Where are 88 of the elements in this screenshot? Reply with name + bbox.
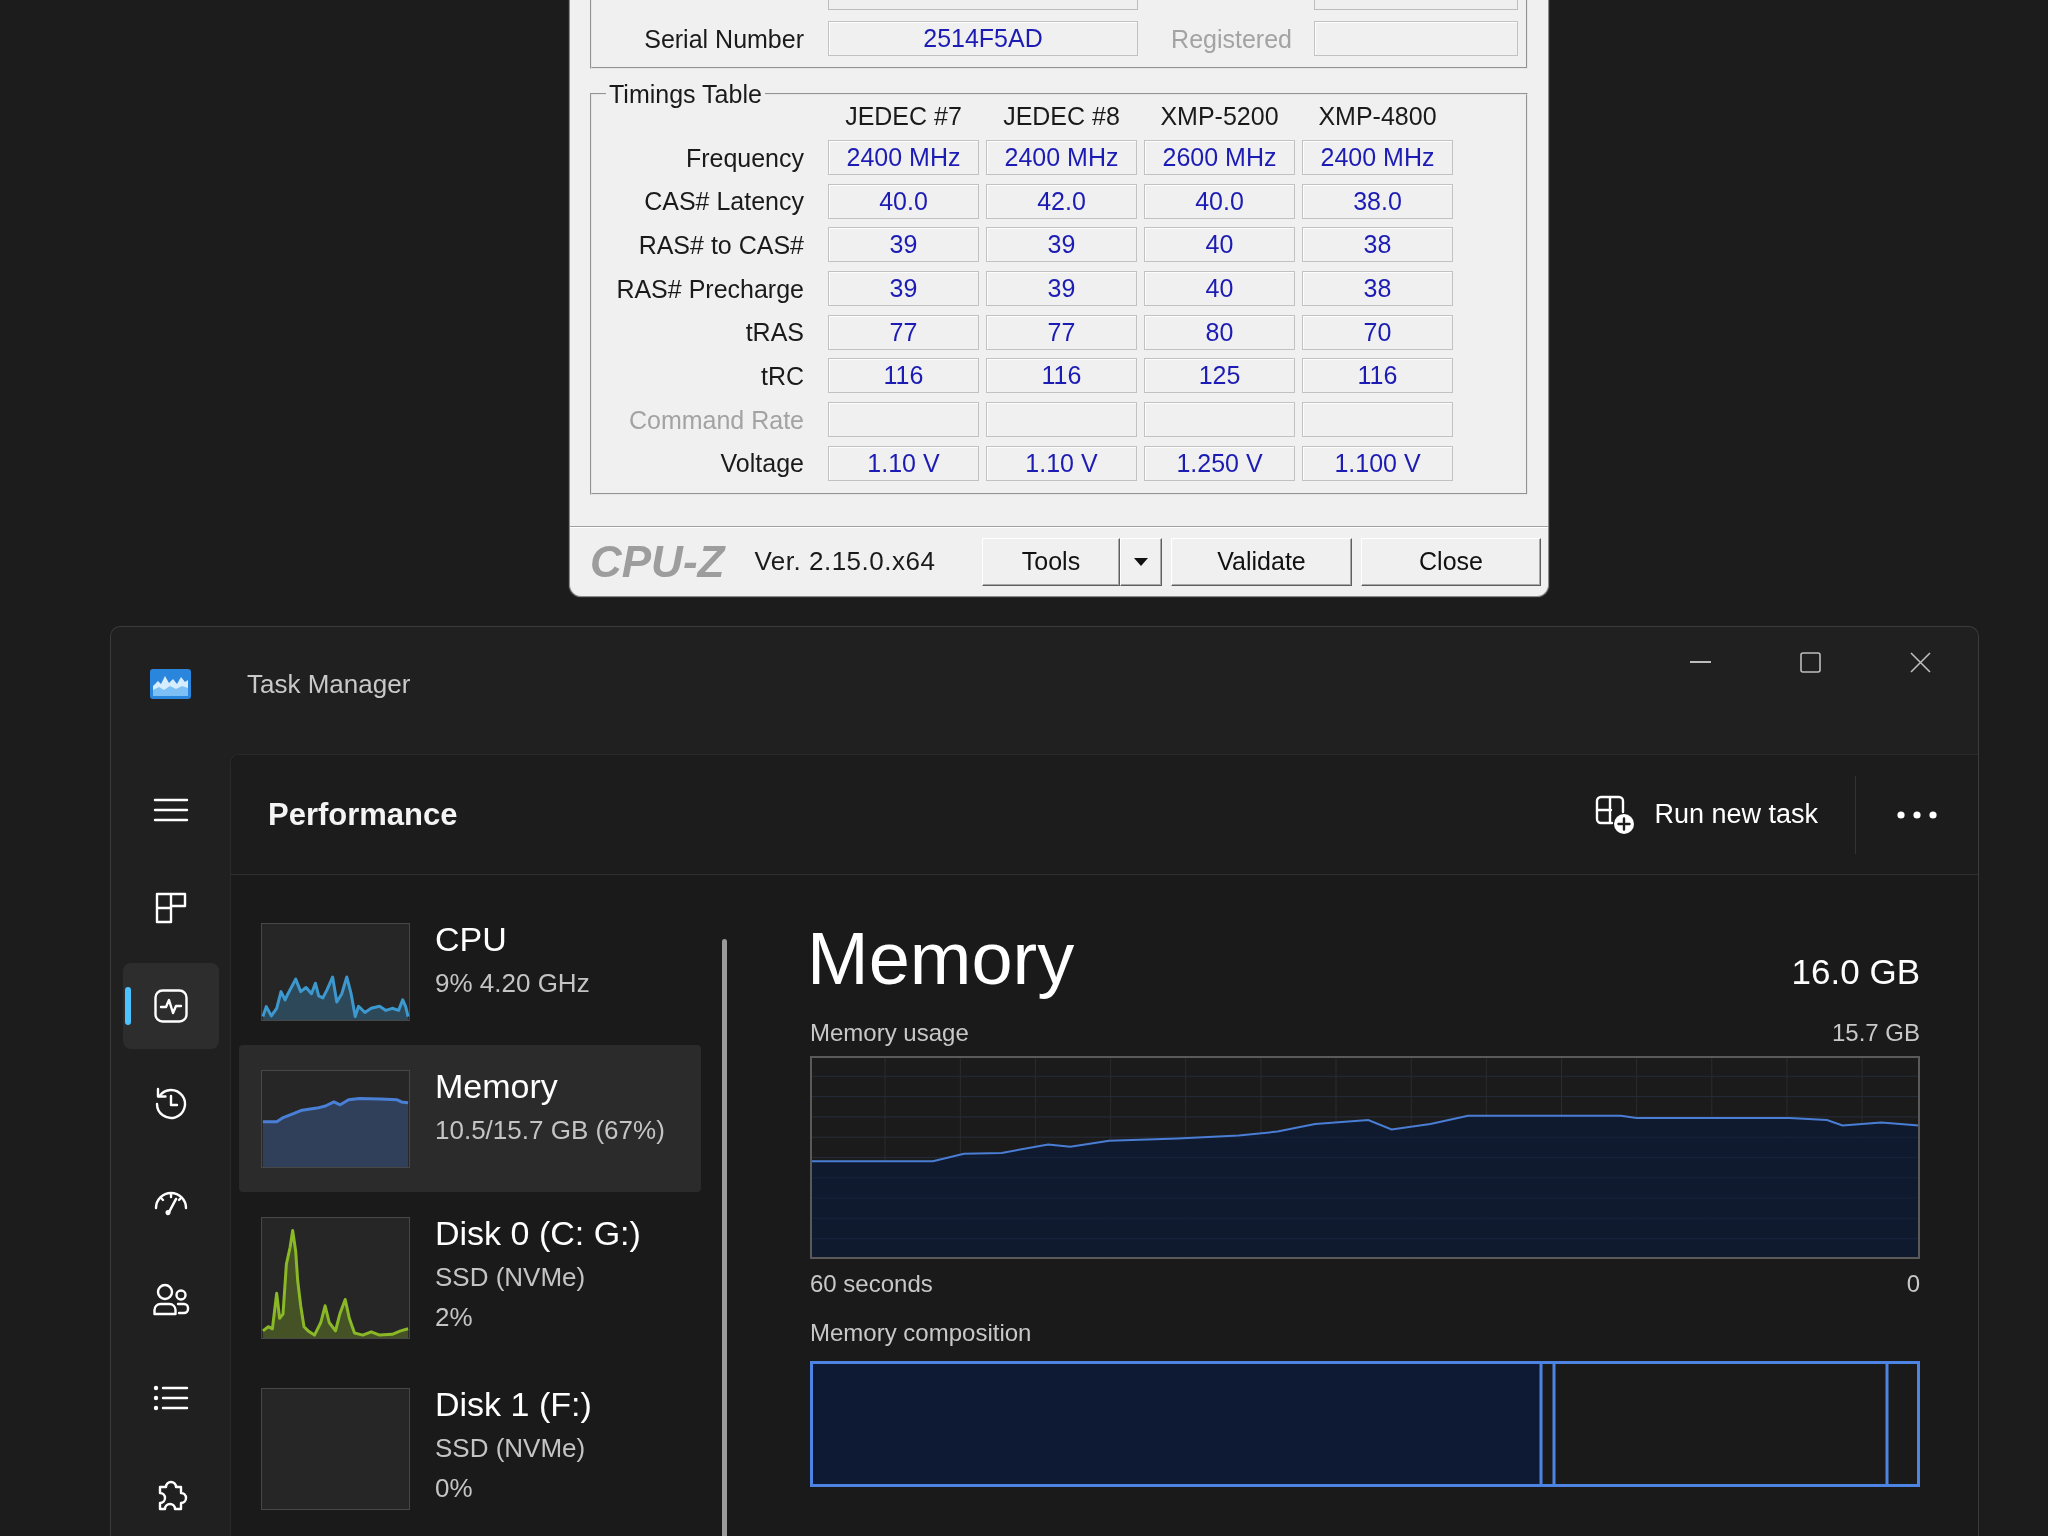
column-header: JEDEC #7	[844, 105, 963, 127]
value-field: 2600 MHz	[1144, 140, 1295, 175]
grid-icon	[154, 891, 188, 925]
resource-item[interactable]: CPU 9% 4.20 GHz	[239, 898, 701, 1045]
value-field: 42.0	[986, 183, 1137, 219]
value-field: 39	[986, 227, 1137, 263]
row-label: RAS# to CAS#	[637, 229, 804, 260]
menu-icon	[153, 797, 189, 823]
value-field: 116	[828, 358, 979, 394]
value-field: 40	[1144, 271, 1295, 307]
value-field: 38	[1302, 227, 1453, 263]
dropdown-button[interactable]	[1120, 537, 1162, 586]
app-icon	[150, 669, 191, 699]
time-axis-label: 60 seconds	[810, 1269, 933, 1299]
list-icon	[153, 1384, 189, 1412]
row-label: Voltage	[719, 448, 804, 479]
page-title: Performance	[268, 796, 458, 833]
minimize-icon	[1689, 661, 1711, 663]
value-field: 2400 MHz	[986, 140, 1137, 175]
column-header: JEDEC #8	[1002, 105, 1121, 127]
value-field: 125	[1144, 358, 1295, 394]
row-label: tRAS	[744, 317, 804, 348]
value-field: 1.10 V	[986, 445, 1137, 481]
version-text: Ver. 2.15.0.x64	[754, 546, 936, 578]
total-capacity: 16.0 GB	[1791, 952, 1920, 992]
row-label: tRC	[759, 360, 804, 391]
column-header: XMP-4800	[1317, 105, 1438, 127]
resource-detail: 10.5/15.7 GB (67%)	[435, 1114, 665, 1147]
value-field: 1.100 V	[1302, 445, 1453, 481]
resource-item[interactable]: Disk 1 (F:) SSD (NVMe) 0%	[239, 1363, 701, 1534]
window-title: Task Manager	[247, 668, 411, 700]
time-axis-label: 0	[1906, 1269, 1920, 1299]
maximize-icon	[1799, 651, 1821, 673]
row-label: Command Rate	[627, 404, 804, 435]
value-field: 38.0	[1302, 183, 1453, 219]
resource-name: Memory	[435, 1066, 559, 1106]
resource-detail: SSD (NVMe)	[435, 1432, 587, 1465]
resource-name: Disk 1 (F:)	[435, 1384, 592, 1424]
value-field: 38	[1302, 271, 1453, 307]
value-field: 1.250 V	[1144, 445, 1295, 481]
pulse-icon	[153, 988, 189, 1024]
column-header: XMP-5200	[1159, 105, 1280, 127]
resource-item[interactable]: Disk 0 (C: G:) SSD (NVMe) 2%	[239, 1192, 701, 1363]
nav-button[interactable]	[123, 963, 219, 1049]
graph-max-label: 15.7 GB	[1831, 1018, 1920, 1048]
graph-label: Memory composition	[810, 1318, 1033, 1348]
value-field: 39	[986, 271, 1137, 307]
resource-name: Disk 0 (C: G:)	[435, 1213, 641, 1253]
detail-title: Memory	[807, 916, 1075, 1002]
graph-label: Memory usage	[810, 1018, 969, 1048]
tools-button[interactable]: Tools	[982, 537, 1120, 586]
value-field: 40.0	[828, 183, 979, 219]
value-field: 1.10 V	[828, 445, 979, 481]
row-label: CAS# Latency	[643, 186, 804, 217]
value-field: 116	[1302, 358, 1453, 394]
value-field: 77	[828, 314, 979, 350]
resource-detail: 9% 4.20 GHz	[435, 967, 590, 1000]
value-field: 80	[1144, 314, 1295, 350]
value-field: 2400 MHz	[828, 140, 979, 175]
value-field: 39	[828, 227, 979, 263]
resource-name: CPU	[435, 919, 508, 959]
value-field: 40.0	[1144, 183, 1295, 219]
value-field: 40	[1144, 227, 1295, 263]
row-label: Frequency	[684, 142, 804, 173]
close-button[interactable]: Close	[1361, 537, 1541, 586]
value-field: 116	[986, 358, 1137, 394]
resource-detail: 0%	[435, 1472, 474, 1505]
run-new-task-button[interactable]: Run new task	[1583, 784, 1830, 845]
close-icon	[1909, 651, 1931, 673]
resource-detail: SSD (NVMe)	[435, 1261, 587, 1294]
value-field: 70	[1302, 314, 1453, 350]
scrollbar[interactable]	[722, 939, 727, 1536]
validate-button[interactable]: Validate	[1171, 537, 1352, 586]
value-field: 2400 MHz	[1302, 140, 1453, 175]
window-plus-icon	[1595, 794, 1636, 835]
logo-text: CPU-Z	[590, 537, 725, 586]
field-label: Registered	[1170, 23, 1292, 54]
value-field: 2514F5AD	[828, 21, 1138, 56]
value-field: 39	[828, 271, 979, 307]
more-icon	[1897, 810, 1937, 819]
history-icon	[153, 1086, 189, 1122]
resource-detail: 2%	[435, 1301, 474, 1334]
users-icon	[152, 1282, 190, 1318]
field-label: Serial Number	[643, 23, 804, 54]
value-field: 77	[986, 314, 1137, 350]
caret-icon	[1134, 557, 1148, 566]
resource-item[interactable]: Memory 10.5/15.7 GB (67%)	[239, 1045, 701, 1192]
row-label: RAS# Precharge	[615, 273, 804, 304]
